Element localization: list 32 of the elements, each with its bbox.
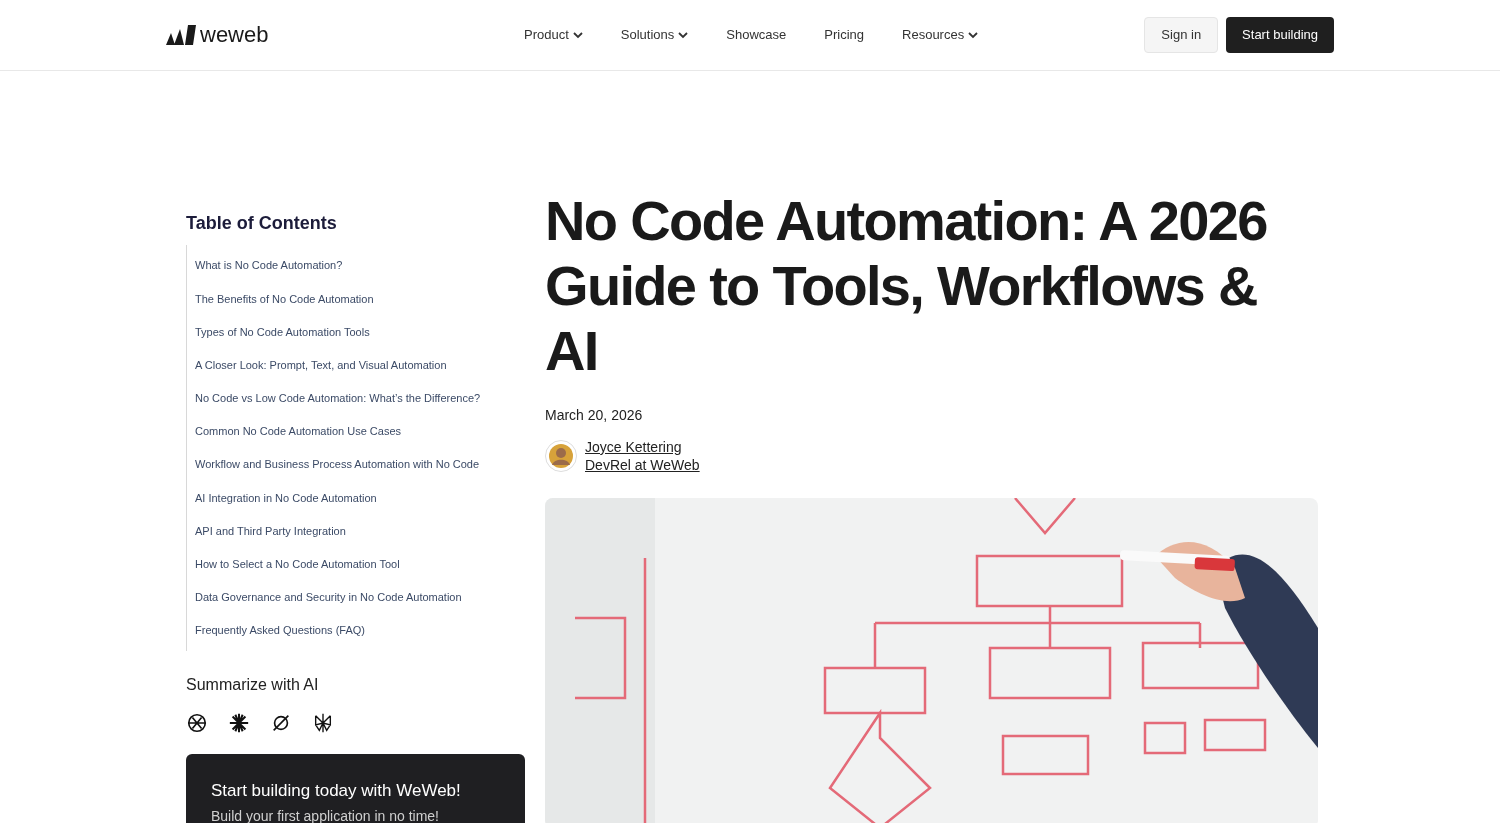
toc-link[interactable]: Common No Code Automation Use Cases <box>195 423 402 440</box>
toc-link[interactable]: Workflow and Business Process Automation with No Code <box>195 456 480 473</box>
author-name[interactable]: Joyce Kettering <box>585 438 700 456</box>
toc-link[interactable]: AI Integration in No Code Automation <box>195 489 377 507</box>
toc-link[interactable]: Frequently Asked Questions (FAQ) <box>195 622 365 639</box>
logo-icon <box>166 25 196 45</box>
cta-title: Start building today with WeWeb! <box>211 780 462 803</box>
toc-link[interactable]: API and Third Party Integration <box>195 522 346 540</box>
nav-link[interactable]: Resources <box>902 25 979 45</box>
nav-link[interactable]: Pricing <box>824 25 865 45</box>
toc-title: Table of Contents <box>186 212 338 235</box>
toc-link[interactable]: A Closer Look: Prompt, Text, and Visual Automation <box>195 356 447 374</box>
logo-text[interactable]: weweb <box>200 24 269 46</box>
toc-link[interactable]: No Code vs Low Code Automation: What’s the Difference? <box>195 390 481 407</box>
lattice-icon[interactable] <box>312 712 334 735</box>
toc-link[interactable]: How to Select a No Code Automation Tool <box>195 556 400 573</box>
cta-subtitle: Build your first application in no time! <box>211 806 440 823</box>
nav-link[interactable]: Showcase <box>726 25 787 45</box>
author-avatar <box>545 440 577 472</box>
burst-icon[interactable] <box>228 712 250 735</box>
toc-link[interactable]: The Benefits of No Code Automation <box>195 290 374 308</box>
toc-link[interactable]: Types of No Code Automation Tools <box>195 323 370 341</box>
toc-link[interactable]: What is No Code Automation? <box>195 257 343 274</box>
toc-link[interactable]: Data Governance and Security in No Code Automation <box>195 589 462 606</box>
nav-link[interactable]: Product <box>524 25 583 45</box>
nav-link[interactable]: Solutions <box>620 25 689 45</box>
article-title: No Code Automation: A 2026 Guide to Tools, Workflows & AI <box>545 188 1268 383</box>
article-date: March 20, 2026 <box>545 406 644 425</box>
start-building-button[interactable]: Start building <box>1226 17 1334 53</box>
summarize-title: Summarize with AI <box>186 675 320 696</box>
author-role[interactable]: DevRel at WeWeb <box>585 456 700 474</box>
sign-in-button[interactable]: Sign in <box>1144 17 1219 53</box>
